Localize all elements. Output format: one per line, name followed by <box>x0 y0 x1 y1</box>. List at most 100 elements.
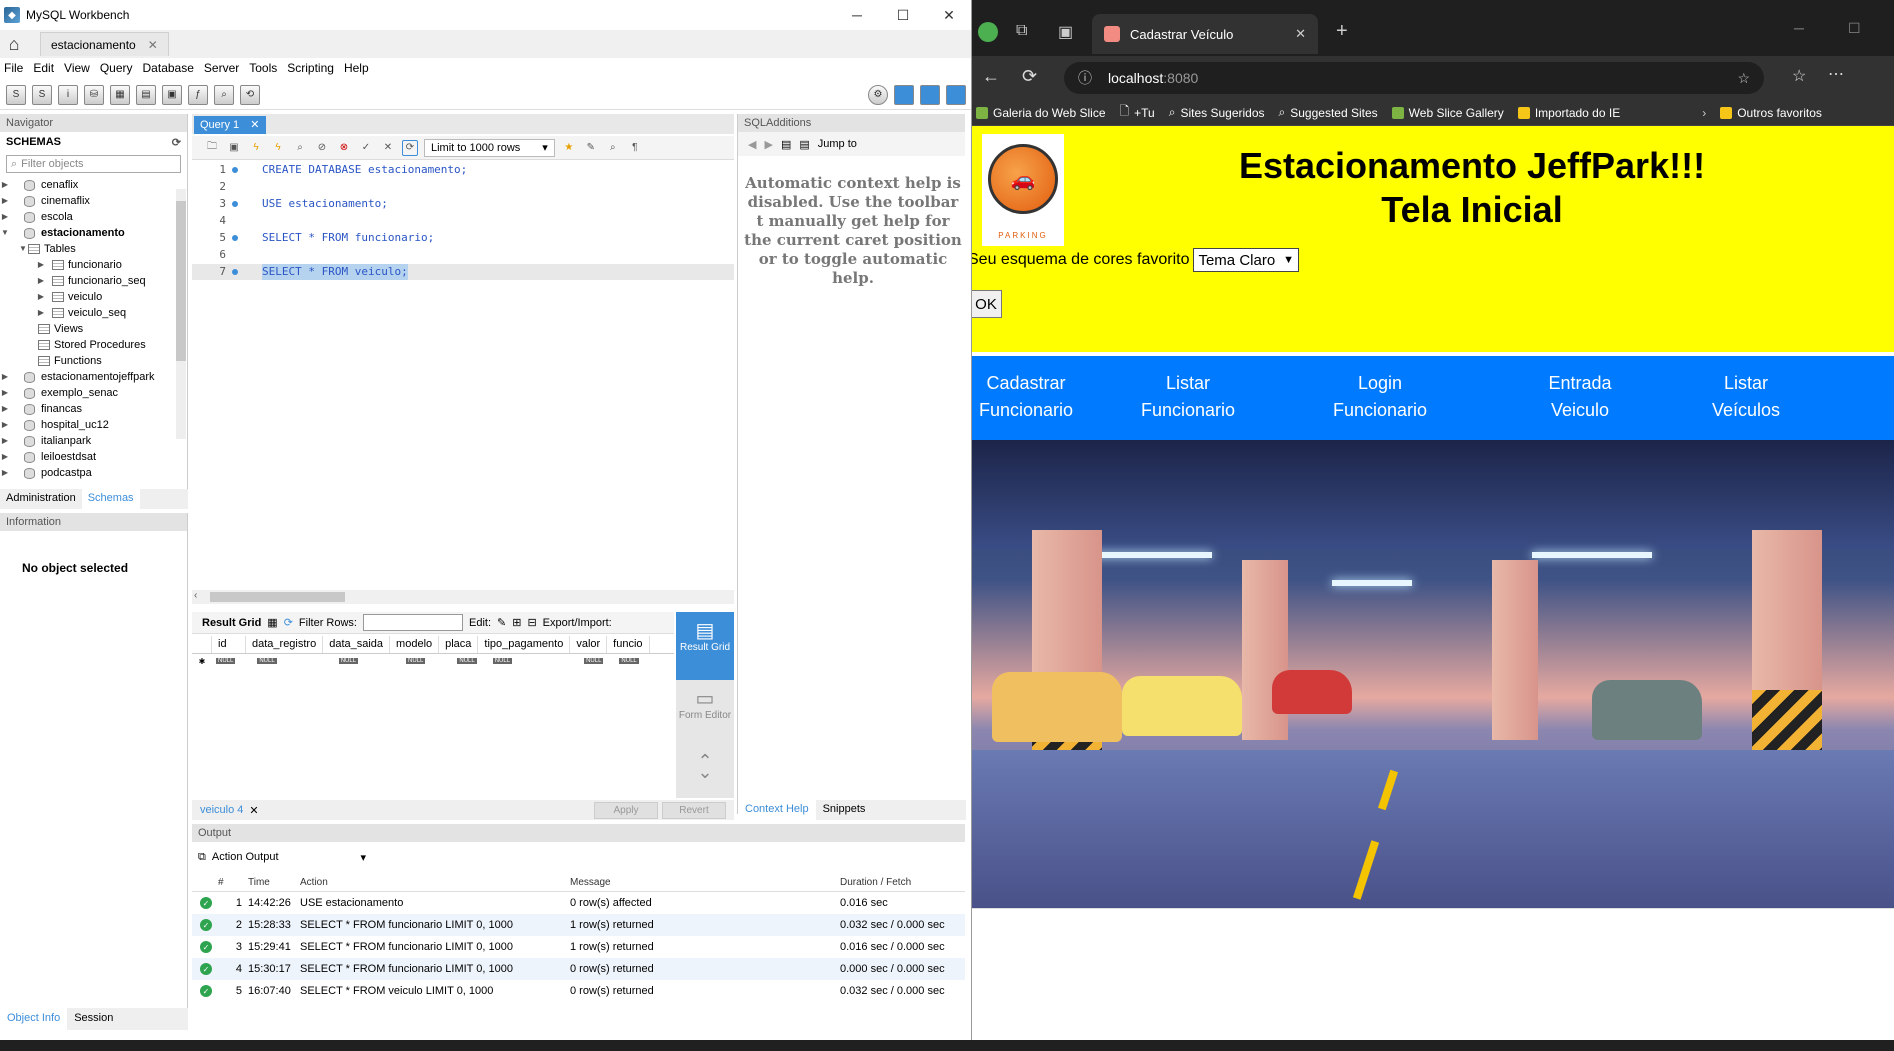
create-table-icon[interactable]: ▦ <box>110 84 130 105</box>
theme-select[interactable]: Tema Claro ▼ <box>1193 248 1300 272</box>
output-type-select[interactable]: ⧉ Action Output ▾ <box>198 848 366 866</box>
views-folder[interactable]: Views <box>0 321 187 337</box>
commit-icon[interactable]: ✓ <box>358 140 374 156</box>
favorite-item[interactable]: Web Slice Gallery <box>1391 106 1504 120</box>
stop-icon[interactable]: ⊘ <box>314 140 330 156</box>
collections-icon[interactable]: ⧉ <box>1016 22 1027 40</box>
menu-server[interactable]: Server <box>202 61 247 75</box>
favorite-item[interactable]: Galeria do Web Slice <box>976 106 1106 120</box>
collapse-arrow-icon[interactable]: ▼ <box>0 225 10 241</box>
column-header[interactable]: funcio <box>607 636 650 653</box>
close-tab-icon[interactable]: ✕ <box>148 38 158 52</box>
menu-file[interactable]: File <box>2 61 31 75</box>
invisible-chars-icon[interactable]: ¶ <box>627 140 643 156</box>
close-tab-icon[interactable]: ✕ <box>249 804 258 817</box>
reload-icon[interactable]: ⟳ <box>1022 66 1037 87</box>
nav-link-cadastrar-funcionario[interactable]: Cadastrar Funcionario <box>972 370 1086 424</box>
more-menu-icon[interactable]: ⋯ <box>1828 64 1844 84</box>
column-header[interactable]: data_saida <box>323 636 391 653</box>
menu-edit[interactable]: Edit <box>31 61 62 75</box>
table-item-funcionario-seq[interactable]: ▶ funcionario_seq <box>0 273 187 289</box>
limit-rows-select[interactable]: Limit to 1000 rows ▾ <box>424 138 555 157</box>
result-tab-veiculo[interactable]: veiculo 4 <box>200 804 243 816</box>
favorite-star-icon[interactable]: ☆ <box>1737 70 1750 87</box>
column-header[interactable]: id <box>212 636 246 653</box>
tab-context-help[interactable]: Context Help <box>738 800 816 820</box>
nav-link-listar-veiculos[interactable]: Listar Veículos <box>1686 370 1806 424</box>
null-cell[interactable]: NULL <box>406 658 426 664</box>
delete-row-icon[interactable]: ⊟ <box>527 616 536 629</box>
null-cell[interactable]: NULL <box>619 658 639 664</box>
close-tab-icon[interactable]: ✕ <box>250 119 259 131</box>
filter-rows-input[interactable] <box>362 614 463 631</box>
info-icon[interactable]: ⓘ <box>1078 68 1092 88</box>
navigator-scrollbar[interactable] <box>176 189 186 439</box>
output-row[interactable]: ✓ 3 15:29:41 SELECT * FROM funcionario L… <box>192 936 965 958</box>
settings-gear-icon[interactable]: ⚙ <box>868 84 888 105</box>
maximize-icon[interactable]: ☐ <box>1848 20 1861 37</box>
table-item-veiculo-seq[interactable]: ▶ veiculo_seq <box>0 305 187 321</box>
sql-editor[interactable]: 1 CREATE DATABASE estacionamento; 2 3 USE … <box>192 162 734 590</box>
output-row[interactable]: ✓ 4 15:30:17 SELECT * FROM funcionario L… <box>192 958 965 980</box>
table-item-veiculo[interactable]: ▶ veiculo <box>0 289 187 305</box>
expand-arrow-icon[interactable]: ▶ <box>36 289 46 305</box>
inspector-icon[interactable]: i <box>58 84 78 105</box>
close-tab-icon[interactable]: ✕ <box>1295 26 1306 42</box>
expand-arrow-icon[interactable]: ▶ <box>0 401 10 417</box>
beautify-icon[interactable]: ✎ <box>583 140 599 156</box>
expand-arrow-icon[interactable]: ▶ <box>0 385 10 401</box>
auto-help-icon[interactable]: ▤ <box>799 138 809 151</box>
connection-tab[interactable]: estacionamento ✕ <box>40 32 169 56</box>
execute-current-icon[interactable]: ϟ <box>270 140 286 156</box>
minimize-icon[interactable]: ─ <box>834 0 880 30</box>
favorites-icon[interactable]: ☆ <box>1792 66 1806 86</box>
schema-item-cinemaflix[interactable]: ▶ cinemaflix <box>0 193 187 209</box>
url-input[interactable]: ⓘ localhost:8080 ☆ <box>1064 62 1764 94</box>
collapse-arrow-icon[interactable]: ▼ <box>18 241 28 257</box>
favorite-item[interactable]: ⌕ Sites Sugeridos <box>1169 105 1265 120</box>
execute-icon[interactable]: ϟ <box>248 140 264 156</box>
output-row[interactable]: ✓ 1 14:42:26 USE estacionamento 0 row(s)… <box>192 892 965 914</box>
apply-button[interactable]: Apply <box>594 802 658 819</box>
copy-icon[interactable]: ⧉ <box>198 851 206 864</box>
add-row-icon[interactable]: ⊞ <box>512 616 521 629</box>
schema-item-escola[interactable]: ▶ escola <box>0 209 187 225</box>
revert-button[interactable]: Revert <box>662 802 726 819</box>
null-cell[interactable]: NULL <box>257 658 277 664</box>
tab-object-info[interactable]: Object Info <box>0 1008 68 1030</box>
refresh-icon[interactable]: ⟳ <box>284 616 293 629</box>
new-tab-icon[interactable]: + <box>1336 20 1348 43</box>
chevron-right-icon[interactable]: › <box>1702 106 1706 120</box>
new-sql-tab-icon[interactable]: S <box>6 84 26 105</box>
schema-item-estacionamento[interactable]: ▼ estacionamento <box>0 225 187 241</box>
tab-actions-icon[interactable]: ▣ <box>1058 22 1073 42</box>
column-header[interactable]: tipo_pagamento <box>478 636 571 653</box>
minimize-icon[interactable]: ─ <box>1794 20 1804 36</box>
result-grid-button[interactable]: ▤ Result Grid <box>676 612 734 680</box>
schema-item[interactable]: ▶ leiloestdsat <box>0 449 187 465</box>
create-procedure-icon[interactable]: ▣ <box>162 84 182 105</box>
expand-arrow-icon[interactable]: ▶ <box>0 465 10 481</box>
home-icon[interactable]: ⌂ <box>0 30 28 58</box>
browser-tab-active[interactable]: Cadastrar Veículo ✕ <box>1092 14 1318 54</box>
column-header[interactable]: placa <box>439 636 479 653</box>
expand-arrow-icon[interactable]: ▶ <box>36 257 46 273</box>
close-icon[interactable]: ✕ <box>926 0 971 30</box>
menu-query[interactable]: Query <box>98 61 141 75</box>
toggle-sidebar-icon[interactable] <box>894 84 914 105</box>
column-header[interactable]: modelo <box>390 636 440 653</box>
create-schema-icon[interactable]: ⛁ <box>84 84 104 105</box>
expand-arrow-icon[interactable]: ▶ <box>0 449 10 465</box>
schema-item-cenaflix[interactable]: ▶ cenaflix <box>0 177 187 193</box>
filter-objects-input[interactable]: ⌕ Filter objects <box>6 155 181 173</box>
scrollbar-thumb[interactable] <box>210 592 345 602</box>
tab-snippets[interactable]: Snippets <box>816 800 873 820</box>
maximize-icon[interactable]: ☐ <box>880 0 926 30</box>
explain-icon[interactable]: ⌕ <box>292 140 308 156</box>
functions-folder[interactable]: Functions <box>0 353 187 369</box>
favorite-item[interactable]: ⌕ Suggested Sites <box>1279 105 1378 120</box>
back-arrow-icon[interactable]: ← <box>982 66 1000 87</box>
schema-item[interactable]: ▶ financas <box>0 401 187 417</box>
menu-view[interactable]: View <box>62 61 98 75</box>
search-table-data-icon[interactable]: ⌕ <box>214 84 234 105</box>
